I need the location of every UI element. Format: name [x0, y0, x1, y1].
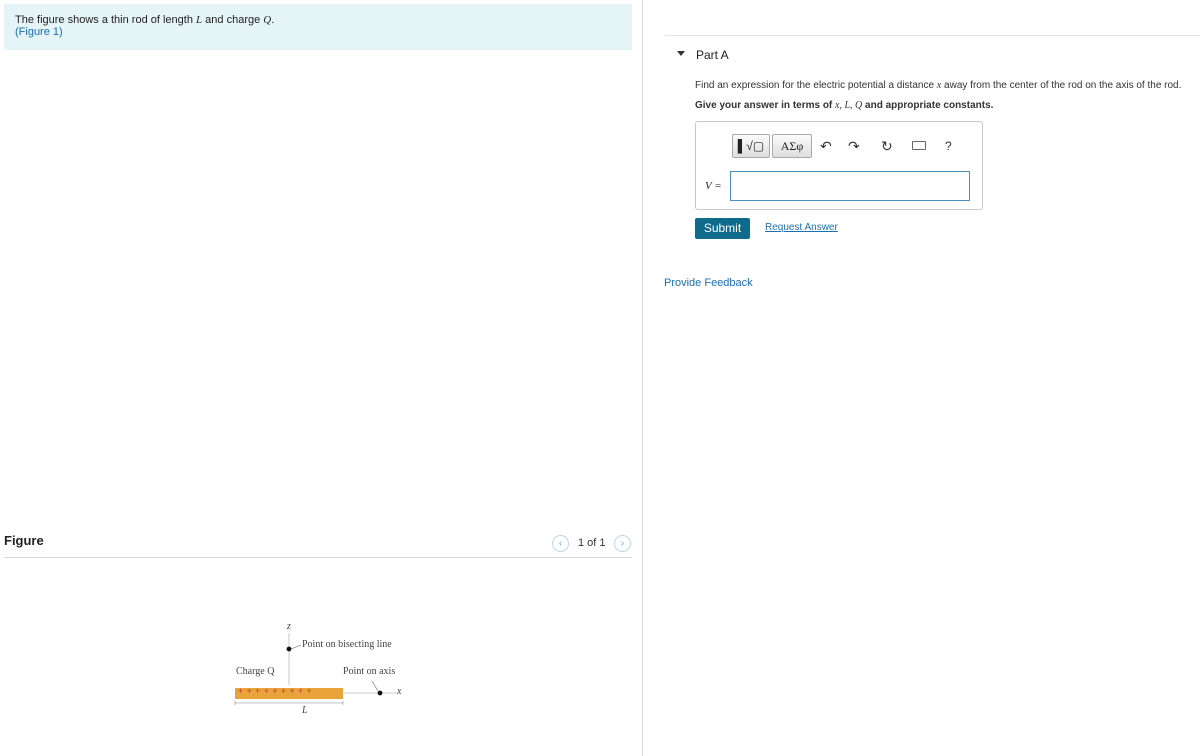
rod-figure: z Point on bisecting line Charge Q Point…	[225, 615, 425, 716]
problem-text: The figure shows a thin rod of length L …	[15, 14, 632, 26]
undo-icon[interactable]: ↶	[820, 138, 832, 154]
axis-point-label: Point on axis	[343, 666, 396, 677]
problem-statement: The figure shows a thin rod of length L …	[4, 4, 632, 50]
answer-input[interactable]	[730, 171, 970, 201]
left-pane: The figure shows a thin rod of length L …	[0, 0, 642, 756]
figure-pager-text: 1 of 1	[578, 537, 606, 549]
math-toolbar: ▌√▢ ΑΣφ ↶ ↷ ↻ ?	[732, 134, 982, 158]
next-figure-button[interactable]: ›	[614, 535, 631, 552]
greek-symbols-button[interactable]: ΑΣφ	[772, 134, 812, 158]
charge-label: Charge Q	[236, 666, 275, 677]
part-divider	[665, 35, 1200, 36]
reset-icon[interactable]: ↻	[881, 138, 893, 154]
z-axis-label: z	[287, 621, 291, 632]
figure-link[interactable]: (Figure 1)	[15, 26, 632, 38]
figure-header: Figure ‹ 1 of 1 ›	[4, 532, 632, 558]
provide-feedback-link[interactable]: Provide Feedback	[664, 277, 753, 289]
bisecting-leader-line	[290, 644, 302, 650]
rod-diagram	[234, 633, 397, 705]
request-answer-link[interactable]: Request Answer	[765, 222, 838, 233]
part-a-title[interactable]: Part A	[696, 48, 729, 62]
right-pane: Part A Find an expression for the electr…	[643, 0, 1200, 756]
length-label: L	[302, 705, 308, 716]
submit-button[interactable]: Submit	[695, 218, 750, 239]
bisecting-point-dot	[286, 646, 292, 652]
instruction-text: Give your answer in terms of x, L, Q and…	[695, 100, 994, 111]
answer-box: ▌√▢ ΑΣφ ↶ ↷ ↻ ? V =	[695, 121, 983, 210]
problem-text-part: .	[271, 14, 275, 26]
problem-text-part: The figure shows a thin rod of length	[15, 14, 196, 26]
axis-leader-line	[371, 680, 379, 692]
figure-title: Figure	[4, 533, 44, 548]
bisecting-point-label: Point on bisecting line	[302, 639, 392, 650]
redo-icon[interactable]: ↷	[848, 138, 860, 154]
axis-point-dot	[377, 690, 383, 696]
instruction-variables: x, L, Q	[835, 100, 863, 111]
plus-charge-signs: + + + + + + + + +	[238, 686, 313, 696]
templates-button[interactable]: ▌√▢	[732, 134, 770, 158]
answer-label: V =	[705, 180, 722, 192]
help-icon[interactable]: ?	[945, 138, 952, 154]
keyboard-icon[interactable]	[912, 141, 926, 150]
x-axis-label: x	[397, 686, 402, 697]
collapse-caret-icon[interactable]	[677, 51, 685, 56]
problem-text-part: and charge	[202, 14, 264, 26]
previous-figure-button[interactable]: ‹	[552, 535, 569, 552]
question-text: Find an expression for the electric pote…	[695, 80, 1182, 91]
